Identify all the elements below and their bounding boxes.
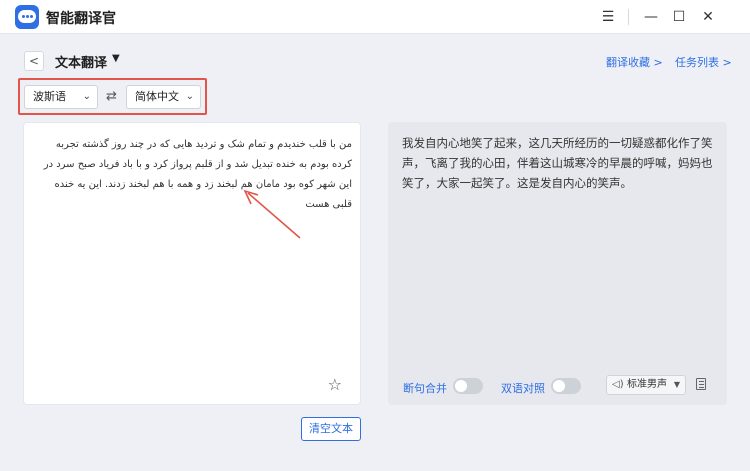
- titlebar-divider: [628, 9, 629, 25]
- voice-label: 标准男声: [627, 379, 667, 390]
- speaker-icon[interactable]: ◁): [612, 376, 624, 394]
- target-language-label: 简体中文: [135, 90, 179, 103]
- copy-icon[interactable]: [696, 378, 706, 390]
- source-language-select[interactable]: 波斯语 ⌄: [24, 85, 98, 109]
- task-list-link[interactable]: 任务列表 >: [675, 54, 732, 70]
- voice-select[interactable]: ◁) 标准男声 ▼: [606, 375, 686, 395]
- caret-down-icon[interactable]: ▼: [112, 53, 120, 64]
- chevron-down-icon: ▼: [673, 380, 680, 389]
- chevron-down-icon: ⌄: [82, 91, 91, 102]
- bilingual-label: 双语对照: [501, 382, 545, 395]
- target-text-panel: 我发自内心地笑了起来，这几天所经历的一切疑惑都化作了笑声，飞离了我的心田，伴着这…: [388, 122, 727, 405]
- clear-text-button[interactable]: 清空文本: [301, 417, 361, 441]
- maximize-button[interactable]: ☐: [668, 6, 690, 28]
- merge-sentences-toggle[interactable]: [453, 378, 483, 394]
- page-title[interactable]: 文本翻译: [55, 52, 107, 71]
- source-text-panel[interactable]: من با قلب خندیدم و تمام شک و تردید هایی …: [23, 122, 361, 405]
- title-bar: 智能翻译官 ☰ — ☐ ✕: [0, 0, 750, 34]
- source-language-label: 波斯语: [33, 90, 66, 103]
- app-title: 智能翻译官: [46, 11, 116, 27]
- merge-sentences-label: 断句合并: [403, 382, 447, 395]
- favorites-link[interactable]: 翻译收藏 >: [606, 54, 663, 70]
- back-button[interactable]: <: [24, 51, 44, 71]
- close-button[interactable]: ✕: [697, 6, 719, 28]
- menu-icon[interactable]: ☰: [597, 6, 619, 28]
- star-icon[interactable]: ☆: [328, 375, 342, 394]
- swap-languages-icon[interactable]: ⇄: [106, 89, 117, 104]
- source-text[interactable]: من با قلب خندیدم و تمام شک و تردید هایی …: [34, 135, 352, 215]
- app-logo-icon: [15, 5, 39, 29]
- chevron-down-icon: ⌄: [185, 91, 194, 102]
- target-language-select[interactable]: 简体中文 ⌄: [126, 85, 201, 109]
- bilingual-toggle[interactable]: [551, 378, 581, 394]
- translated-text: 我发自内心地笑了起来，这几天所经历的一切疑惑都化作了笑声，飞离了我的心田，伴着这…: [402, 136, 713, 190]
- minimize-button[interactable]: —: [640, 6, 662, 28]
